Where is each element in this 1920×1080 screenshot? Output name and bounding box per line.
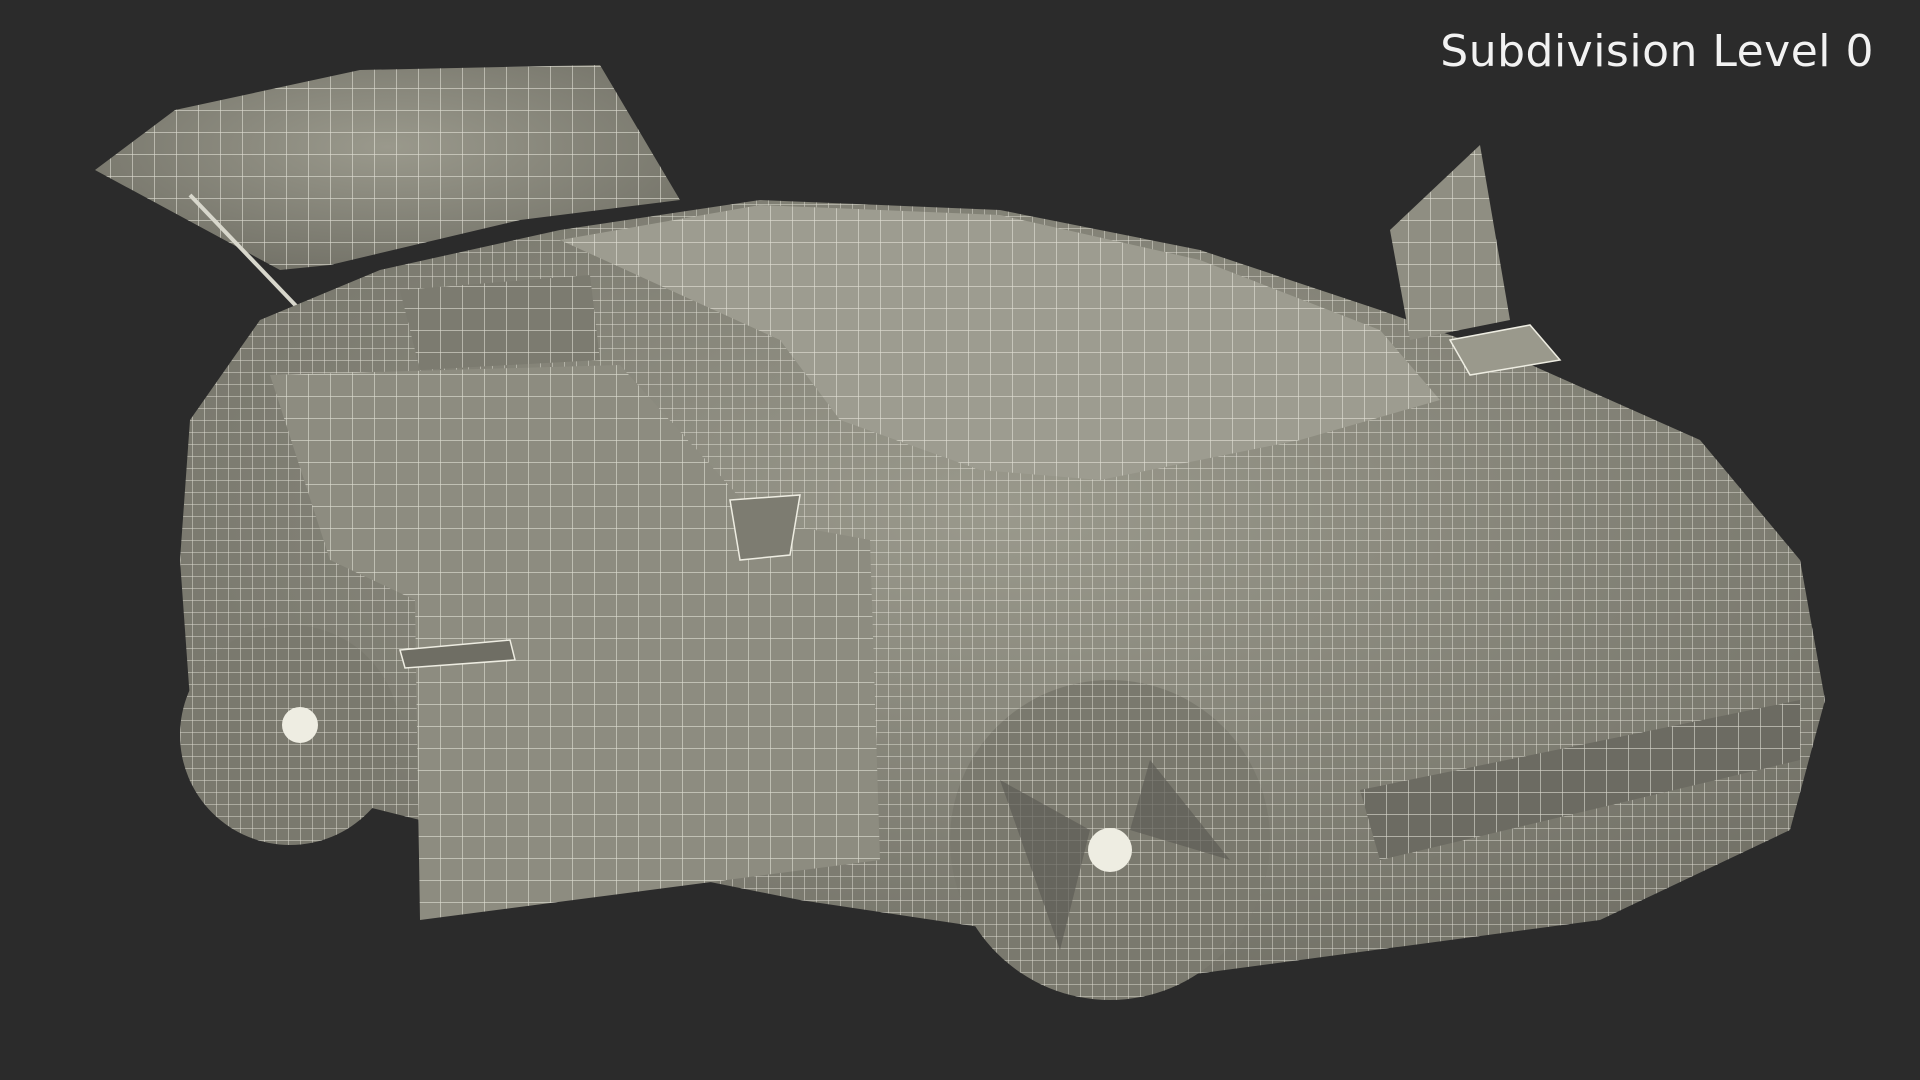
render-viewport: Subdivision Level 0	[0, 0, 1920, 1080]
rear-window	[400, 275, 600, 370]
subdivision-level-label: Subdivision Level 0	[1440, 26, 1874, 77]
open-gullwing-door	[1390, 145, 1510, 340]
side-mirror-right	[1448, 324, 1562, 376]
front-wheel	[950, 680, 1270, 1000]
rear-wheel	[180, 625, 400, 845]
car-wireframe-model	[95, 65, 1825, 1000]
